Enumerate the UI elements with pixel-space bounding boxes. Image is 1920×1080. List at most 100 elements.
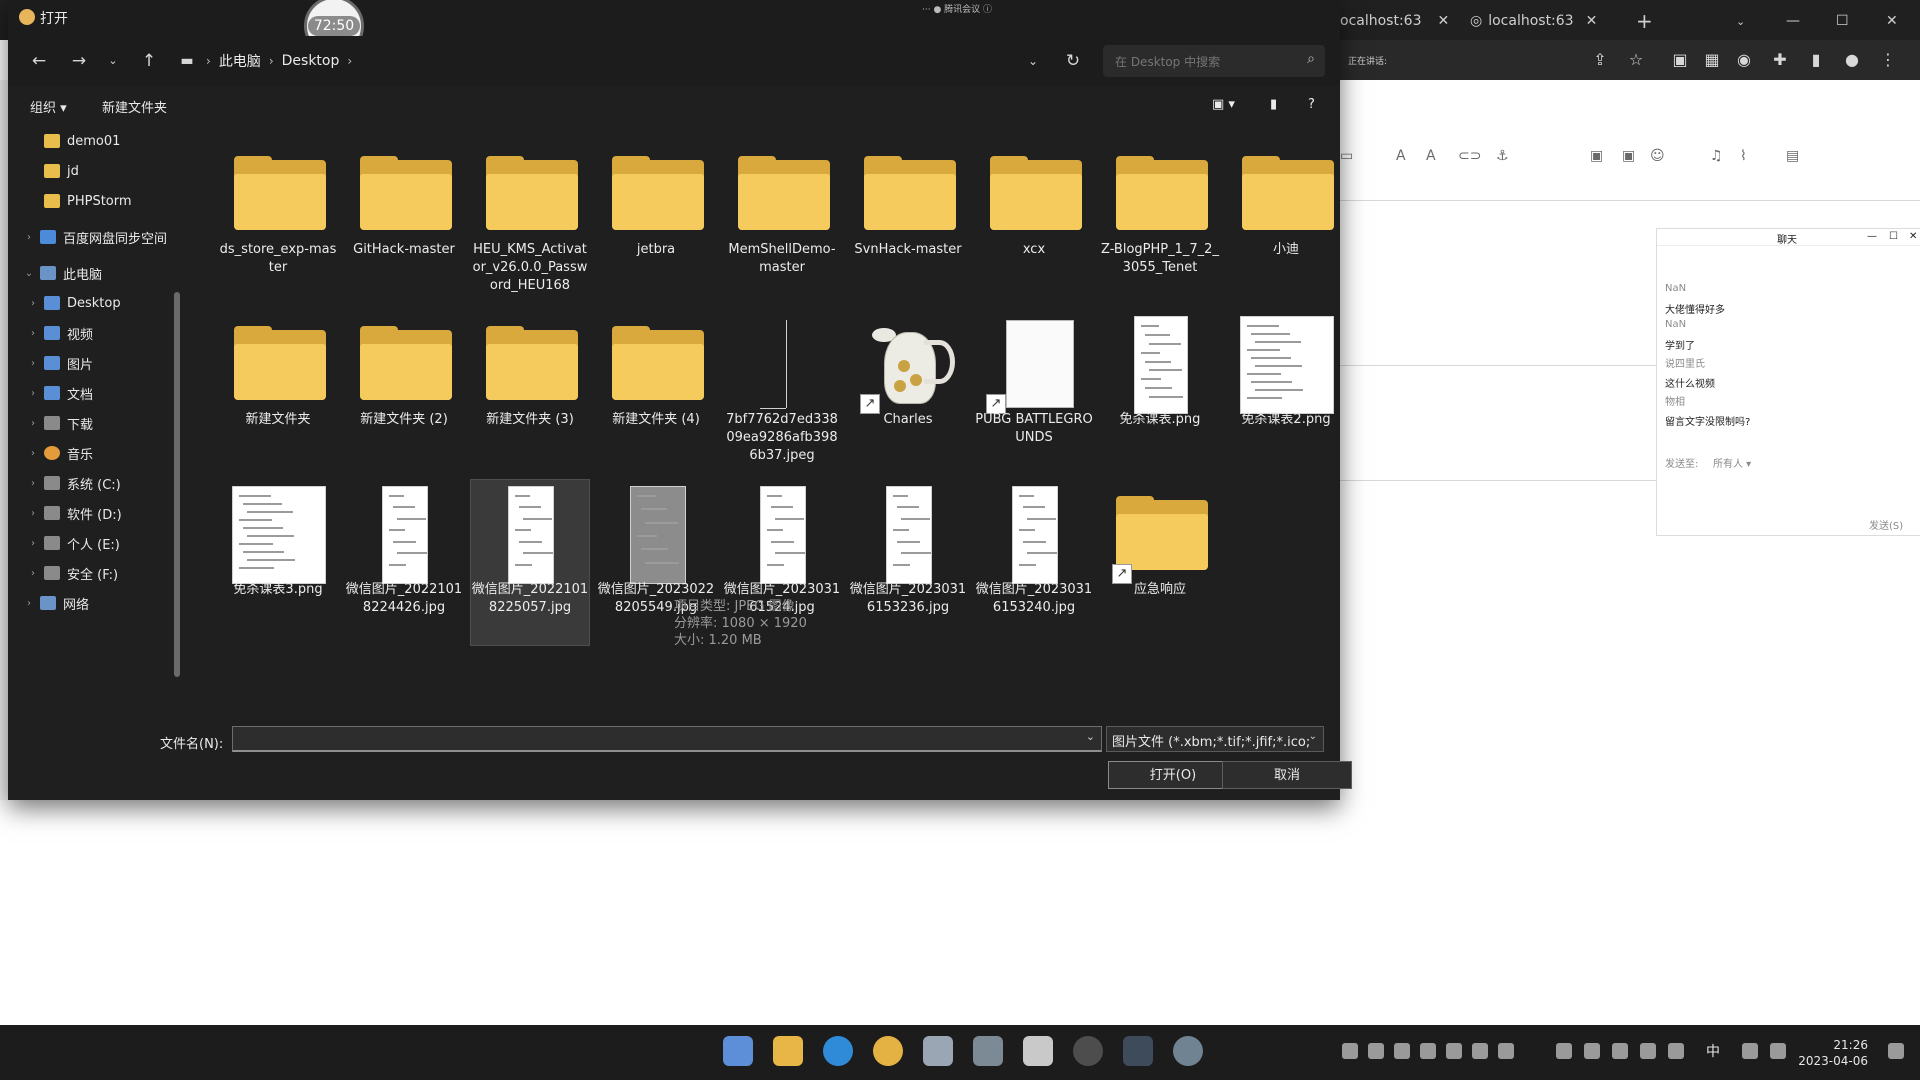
- chevron-right-icon[interactable]: ›: [26, 478, 40, 489]
- sidebar-item[interactable]: › 视频: [8, 318, 176, 348]
- back-arrow-icon[interactable]: ←: [26, 48, 52, 74]
- file-tile[interactable]: 小迪: [1227, 140, 1345, 305]
- chevron-down-icon[interactable]: ⌄: [1736, 8, 1745, 34]
- cancel-button[interactable]: 取消: [1222, 761, 1352, 789]
- file-tile[interactable]: 微信图片_20230316153240.jpg: [975, 480, 1093, 645]
- filename-input[interactable]: [233, 727, 1081, 751]
- chevron-right-icon[interactable]: ›: [26, 418, 40, 429]
- file-tile[interactable]: ↗ PUBG BATTLEGROUNDS: [975, 310, 1093, 475]
- open-button[interactable]: 打开(O): [1108, 761, 1238, 789]
- sidebar-item[interactable]: › 个人 (E:): [8, 528, 176, 558]
- chat-icon[interactable]: [1556, 1043, 1572, 1059]
- chevron-down-icon[interactable]: ⌄: [1086, 730, 1095, 743]
- file-tile[interactable]: HEU_KMS_Activator_v26.0.0_Password_HEU16…: [471, 140, 589, 305]
- file-tile[interactable]: 新建文件夹 (3): [471, 310, 589, 475]
- minimize-icon[interactable]: —: [1867, 231, 1877, 242]
- sidebar-item[interactable]: › 系统 (C:): [8, 468, 176, 498]
- sidebar-item[interactable]: › 文档: [8, 378, 176, 408]
- toolbar-icon[interactable]: A: [1396, 148, 1406, 164]
- tray-icon[interactable]: [1612, 1043, 1628, 1059]
- photos-icon[interactable]: [973, 1036, 1003, 1066]
- file-tile[interactable]: ↗ Charles: [849, 310, 967, 475]
- shield-icon[interactable]: [1394, 1043, 1410, 1059]
- file-tile[interactable]: MemShellDemo-master: [723, 140, 841, 305]
- chevron-down-icon[interactable]: ⌄: [1309, 731, 1317, 742]
- browser-tab-1[interactable]: ocalhost:63 ✕: [1340, 8, 1449, 34]
- close-icon[interactable]: ✕: [1909, 231, 1917, 242]
- chevron-right-icon[interactable]: ›: [26, 568, 40, 579]
- file-tile[interactable]: 新建文件夹 (4): [597, 310, 715, 475]
- file-tile[interactable]: SvnHack-master: [849, 140, 967, 305]
- code-icon[interactable]: ▤: [1786, 148, 1799, 164]
- microphone-icon[interactable]: [1668, 1043, 1684, 1059]
- tray-icon[interactable]: [1368, 1043, 1384, 1059]
- file-tile[interactable]: jetbra: [597, 140, 715, 305]
- share-icon[interactable]: ⇪: [1590, 50, 1610, 70]
- forward-arrow-icon[interactable]: →: [66, 48, 92, 74]
- profile-icon[interactable]: ●: [1842, 50, 1862, 70]
- file-tile[interactable]: xcx: [975, 140, 1093, 305]
- file-tile[interactable]: ds_store_exp-master: [219, 140, 337, 305]
- tray-icon[interactable]: [1584, 1043, 1600, 1059]
- menu-icon[interactable]: ⋮: [1878, 50, 1898, 70]
- file-tile[interactable]: 微信图片_20221018224426.jpg: [345, 480, 463, 645]
- file-tile[interactable]: 微信图片_20221018225057.jpg: [470, 479, 590, 646]
- file-tile[interactable]: GitHack-master: [345, 140, 463, 305]
- start-icon[interactable]: [723, 1036, 753, 1066]
- network-app-icon[interactable]: [1073, 1036, 1103, 1066]
- extension-icon[interactable]: ▣: [1670, 50, 1690, 70]
- file-tile[interactable]: 7bf7762d7ed33809ea9286afb3986b37.jpeg: [723, 310, 841, 475]
- anchor-icon[interactable]: ⚓: [1496, 148, 1509, 164]
- settings-icon[interactable]: [1173, 1036, 1203, 1066]
- sidebar-item[interactable]: PHPStorm: [8, 186, 176, 216]
- ime-indicator[interactable]: 中: [1706, 1041, 1720, 1061]
- organize-menu[interactable]: 组织 ▾: [30, 97, 67, 116]
- file-tile[interactable]: ↗ 应急响应: [1101, 480, 1219, 645]
- sidepanel-icon[interactable]: ▮: [1806, 50, 1826, 70]
- eye-icon[interactable]: ◉: [1734, 50, 1754, 70]
- star-icon[interactable]: ☆: [1626, 50, 1646, 70]
- emoji-icon[interactable]: ☺: [1650, 148, 1665, 164]
- file-tile[interactable]: 微信图片_20230316153236.jpg: [849, 480, 967, 645]
- minimize-icon[interactable]: —: [1786, 8, 1800, 34]
- chevron-right-icon[interactable]: ›: [347, 54, 352, 68]
- search-box[interactable]: ⌕: [1103, 45, 1325, 77]
- file-tile[interactable]: 新建文件夹 (2): [345, 310, 463, 475]
- close-icon[interactable]: ✕: [1437, 13, 1449, 29]
- tray-icon[interactable]: [1472, 1043, 1488, 1059]
- sidebar-item[interactable]: ⌄ 此电脑: [8, 258, 176, 288]
- chevron-right-icon[interactable]: ›: [26, 388, 40, 399]
- send-to-select[interactable]: 所有人 ▾: [1713, 455, 1751, 470]
- chevron-right-icon[interactable]: ›: [26, 448, 40, 459]
- tray-icon[interactable]: [1420, 1043, 1436, 1059]
- chevron-right-icon[interactable]: ›: [26, 298, 40, 309]
- file-explorer-icon[interactable]: [773, 1036, 803, 1066]
- new-tab-button[interactable]: +: [1636, 8, 1653, 34]
- chevron-right-icon[interactable]: ›: [26, 328, 40, 339]
- puzzle-icon[interactable]: ✚: [1770, 50, 1790, 70]
- file-type-filter[interactable]: 图片文件 (*.xbm;*.tif;*.jfif;*.ico; ⌄: [1106, 726, 1324, 752]
- send-button[interactable]: 发送(S): [1869, 517, 1903, 532]
- window-close-icon[interactable]: ✕: [1886, 8, 1898, 34]
- new-folder-button[interactable]: 新建文件夹: [102, 97, 167, 116]
- sidebar-item[interactable]: › 网络: [8, 588, 176, 618]
- address-dropdown-icon[interactable]: ⌄: [1020, 48, 1046, 74]
- sidebar-item[interactable]: › 图片: [8, 348, 176, 378]
- sidebar-item[interactable]: › 安全 (F:): [8, 558, 176, 588]
- notification-icon[interactable]: [1888, 1043, 1904, 1059]
- maximize-icon[interactable]: ☐: [1836, 8, 1849, 34]
- file-tile[interactable]: Z-BlogPHP_1_7_2_3055_Tenet: [1101, 140, 1219, 305]
- edge-icon[interactable]: [823, 1036, 853, 1066]
- tray-icon[interactable]: [1342, 1043, 1358, 1059]
- help-icon[interactable]: ?: [1308, 97, 1315, 112]
- pycharm-icon[interactable]: [1123, 1036, 1153, 1066]
- clock[interactable]: 21:26 2023-04-06: [1798, 1037, 1868, 1069]
- tray-icon[interactable]: [1498, 1043, 1514, 1059]
- sidebar-item[interactable]: › 下载: [8, 408, 176, 438]
- network-icon[interactable]: [1742, 1043, 1758, 1059]
- search-icon[interactable]: ⌕: [1307, 51, 1315, 67]
- file-tile[interactable]: 免杀课表.png: [1101, 310, 1219, 475]
- breadcrumb-desktop[interactable]: Desktop: [282, 53, 340, 69]
- qr-icon[interactable]: ▦: [1702, 50, 1722, 70]
- link-icon[interactable]: ⊂⊃: [1458, 148, 1481, 164]
